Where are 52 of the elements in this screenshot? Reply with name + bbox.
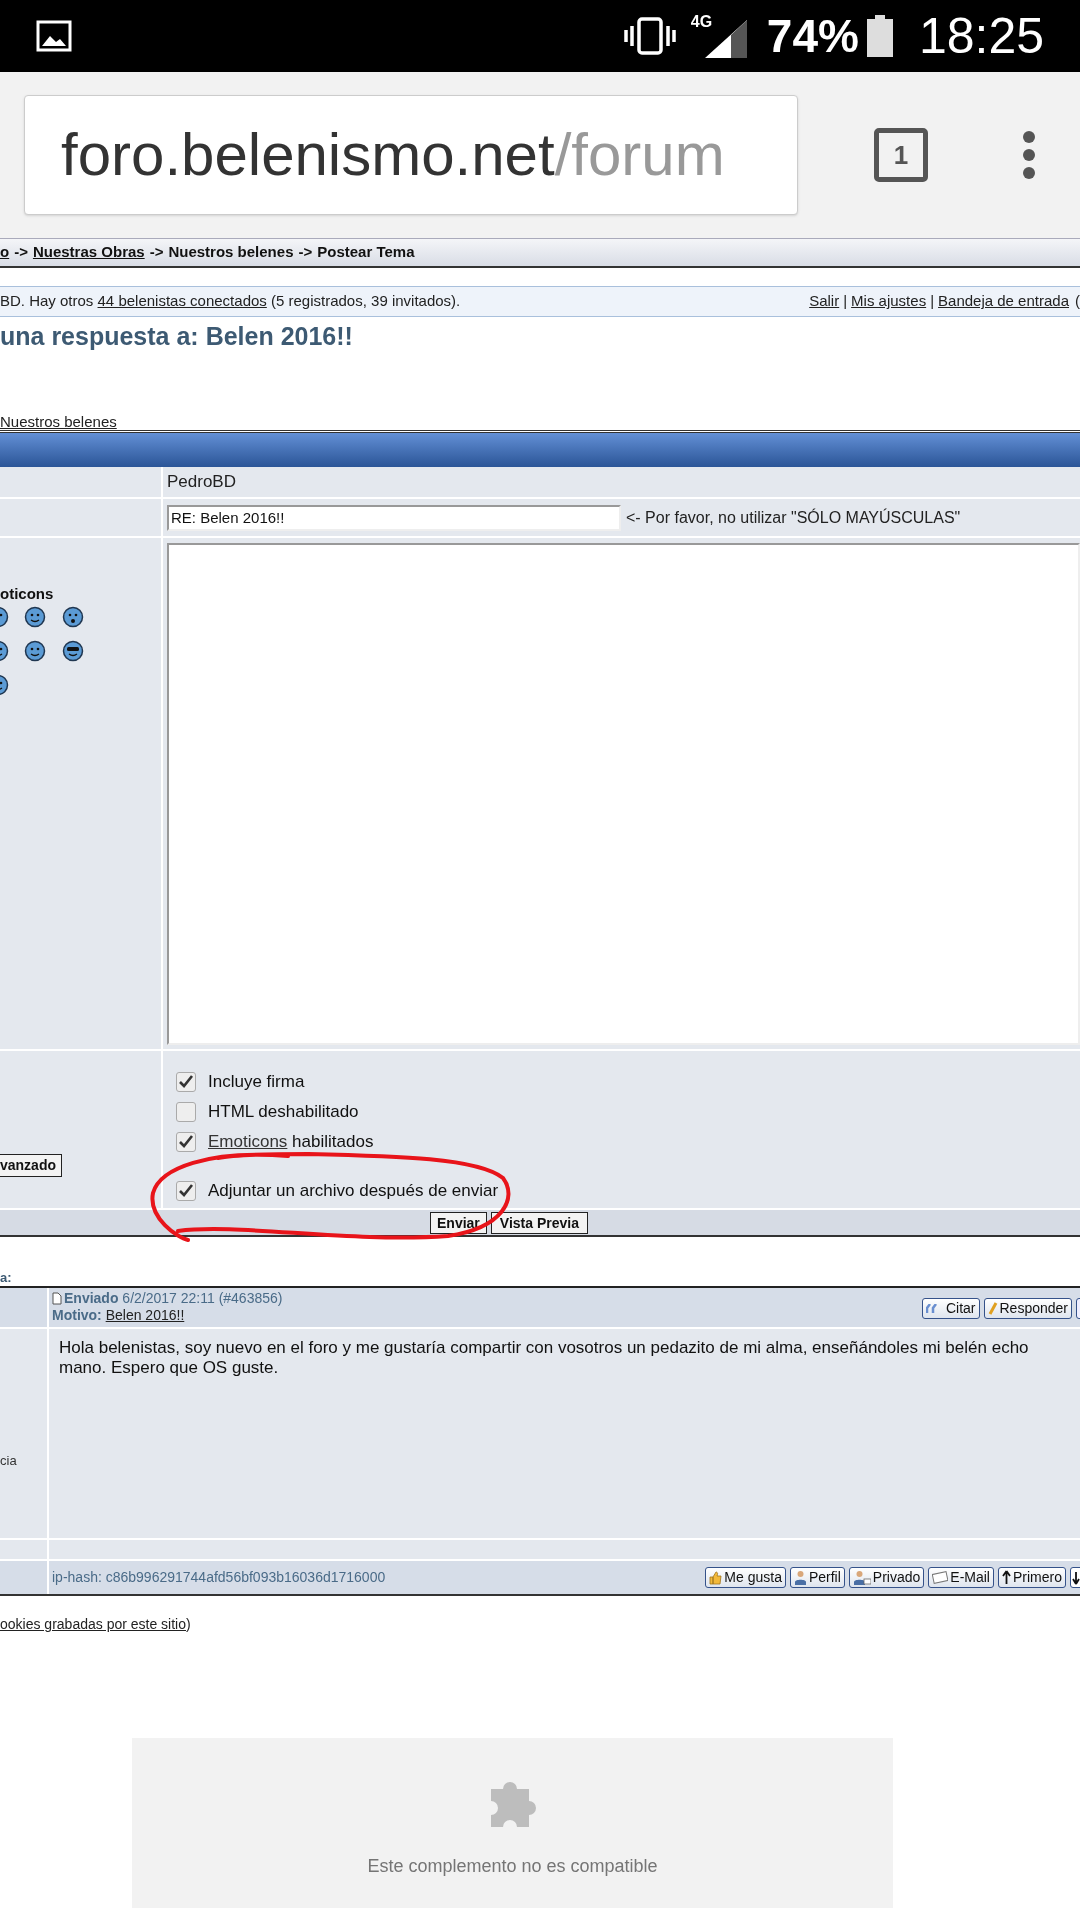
subject-hint: <- Por favor, no utilizar "SÓLO MAYÚSCULAS" <box>626 507 961 528</box>
plugin-message: Este complemento no es compatible <box>367 1855 658 1878</box>
preview-button[interactable]: Vista Previa <box>490 1211 588 1234</box>
cookies-link[interactable]: ookies grabadas por este sitio <box>0 1615 186 1632</box>
post-action-button[interactable]: Privado <box>848 1567 925 1588</box>
online-users-link[interactable]: 44 belenistas conectados <box>97 292 267 310</box>
post-date: Enviado 6/2/2017 22:11 (#463856) <box>64 1290 283 1307</box>
breadcrumb-separator: -> <box>149 242 164 263</box>
option-label: Adjuntar un archivo después de enviar <box>208 1180 499 1203</box>
post-action-button[interactable]: Responder <box>983 1298 1072 1319</box>
advanced-button[interactable]: vanzado <box>0 1154 62 1177</box>
thread-heading: a: <box>0 1270 12 1286</box>
user-link[interactable]: Salir <box>809 290 840 313</box>
post-action-button[interactable]: Me gusta <box>705 1567 786 1588</box>
network-type: 4G <box>690 14 713 30</box>
page-title: una respuesta a: Belen 2016!! <box>0 321 354 351</box>
option-label: Incluye firma <box>208 1071 305 1094</box>
post-body-line: mano. Espero que OS guste. <box>59 1358 280 1378</box>
parenthesis-text: ( <box>1075 291 1080 312</box>
post-action-button[interactable]: Primero <box>998 1567 1066 1588</box>
link-separator: | <box>843 291 848 312</box>
link-separator: | <box>930 291 935 312</box>
breadcrumb-link[interactable]: o <box>0 241 10 264</box>
breadcrumb-separator: -> <box>298 242 313 263</box>
post-action-button[interactable]: Perfil <box>789 1567 845 1588</box>
tab-count-button[interactable]: 1 <box>874 128 928 182</box>
breadcrumb-item: Postear Tema <box>317 242 415 263</box>
forum-link[interactable]: Nuestros belenes <box>0 414 117 429</box>
breadcrumb-separator: -> <box>14 242 28 263</box>
ip-hash: ip-hash: c86b996291744afd56bf093b16036d1716000 <box>52 1568 386 1587</box>
author-text: cia <box>0 1452 17 1470</box>
cookies-note: ookies grabadas por este sitio) <box>0 1614 191 1634</box>
post-action-button[interactable]: Citar <box>921 1298 980 1319</box>
user-link[interactable]: Mis ajustes <box>851 290 927 313</box>
submit-button[interactable]: Enviar <box>430 1211 487 1234</box>
username-text: PedroBD <box>167 471 236 494</box>
address-bar[interactable]: foro.belenismo.net/forum <box>24 95 798 215</box>
emoticons-heading: oticons <box>0 584 54 604</box>
subject-field[interactable]: RE: Belen 2016!! <box>167 504 621 531</box>
battery-percent: 74% <box>766 13 859 59</box>
post-action-button[interactable]: E-Mail <box>928 1567 994 1588</box>
post-subject: Motivo: Belen 2016!! <box>52 1307 186 1324</box>
post-body-line: Hola belenistas, soy nuevo en el foro y me gustaría compartir con vosotros un pedazito de mi alma, enseñándoles mi belén echo <box>59 1338 1030 1358</box>
post-subject-link[interactable]: Belen 2016!! <box>105 1307 185 1323</box>
emoticons-link[interactable]: Emoticons <box>208 1132 288 1152</box>
breadcrumb-item: Nuestros belenes <box>168 242 294 263</box>
user-link[interactable]: Bandeja de entrada <box>938 290 1069 313</box>
breadcrumb-link[interactable]: Nuestras Obras <box>32 241 145 264</box>
option-label: HTML deshabilitado <box>208 1101 359 1124</box>
option-label: Emoticons habilitados <box>208 1131 374 1154</box>
clock: 18:25 <box>918 11 1044 61</box>
online-users-text: BD. Hay otros 44 belenistas conectados (5 registrados, 39 invitados). <box>0 291 461 312</box>
